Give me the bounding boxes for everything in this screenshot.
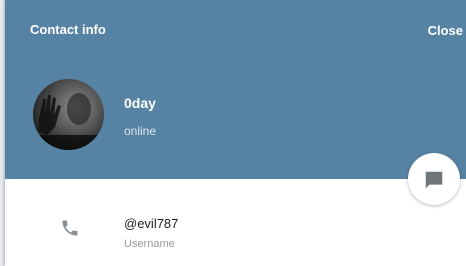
send-message-button[interactable] (408, 153, 460, 205)
username-label: Username (124, 238, 175, 250)
peer-status: online (124, 124, 157, 138)
phone-icon (62, 220, 78, 236)
contact-header: Contact info Close 0day online (5, 0, 466, 179)
username-value[interactable]: @evil787 (124, 216, 178, 231)
contact-info-panel: Contact info Close 0day online @evil787 … (5, 0, 466, 266)
avatar[interactable] (33, 79, 104, 150)
peer-name: 0day (124, 95, 156, 111)
message-icon (425, 171, 443, 189)
panel-title: Contact info (30, 22, 106, 37)
close-button[interactable]: Close (428, 23, 463, 38)
avatar-photo (33, 79, 104, 150)
